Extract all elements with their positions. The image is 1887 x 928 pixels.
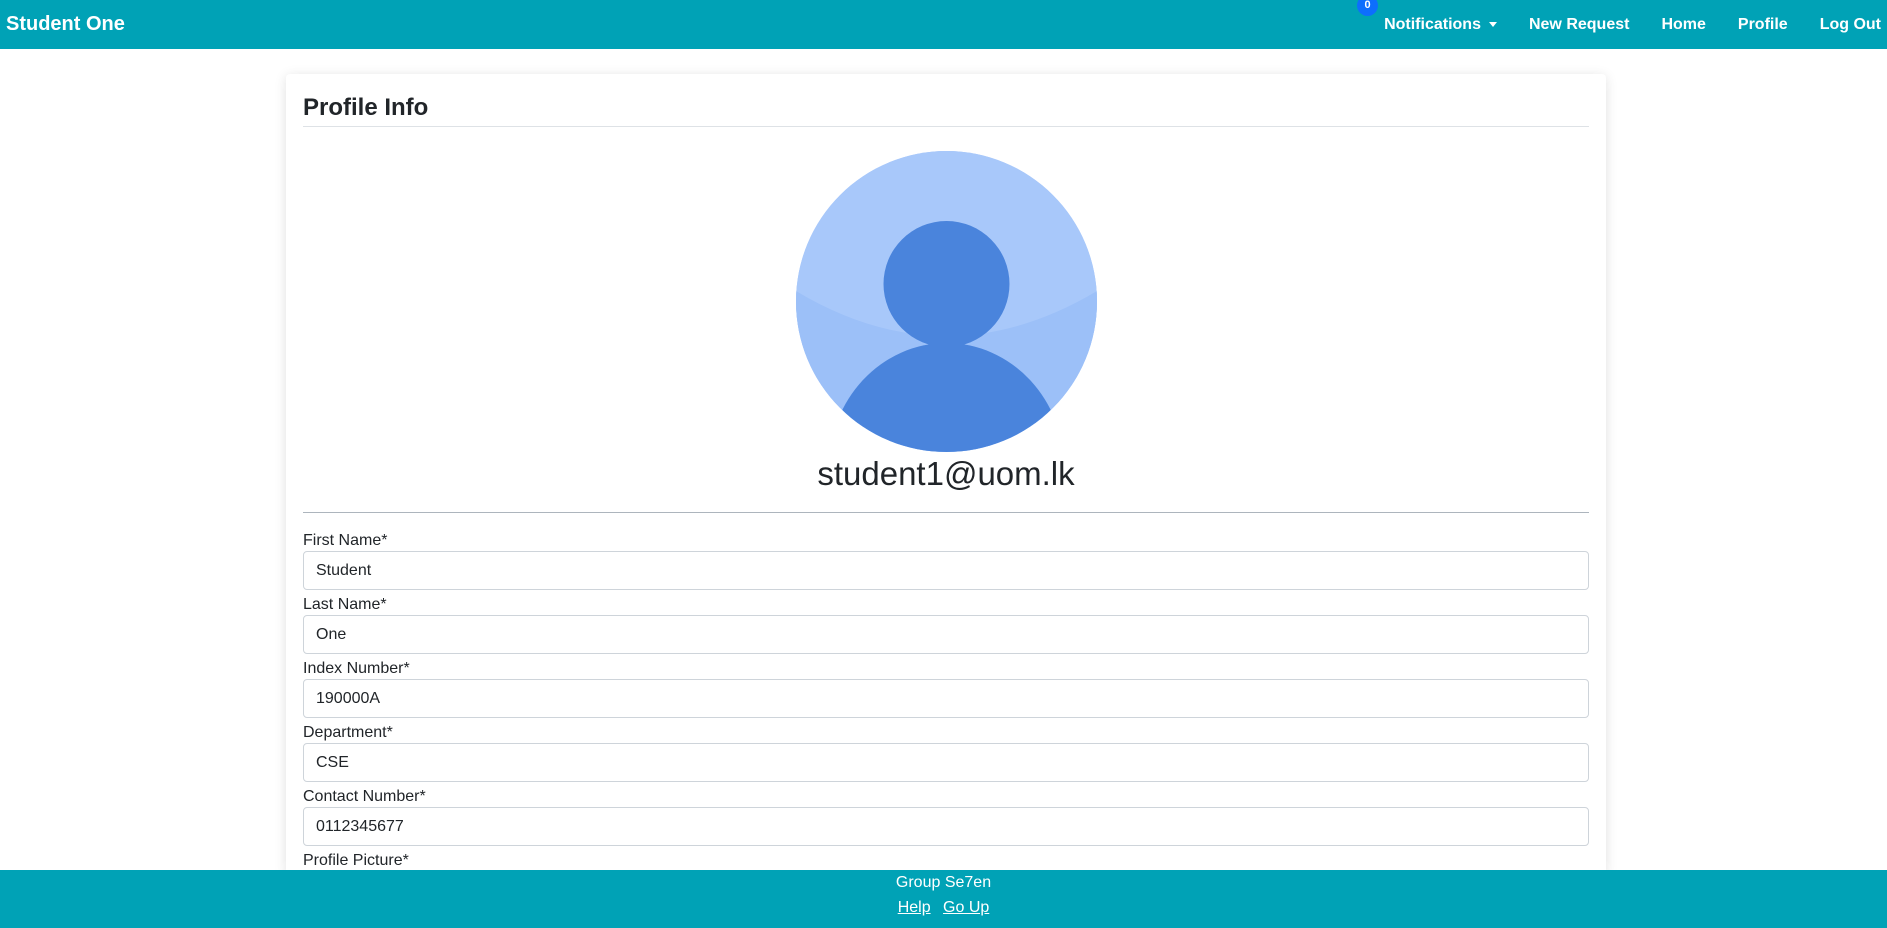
last-name-label: Last Name*: [303, 596, 387, 614]
go-up-link[interactable]: Go Up: [943, 899, 989, 916]
home-link[interactable]: Home: [1661, 16, 1705, 34]
new-request-link[interactable]: New Request: [1529, 16, 1629, 34]
help-link[interactable]: Help: [898, 899, 931, 916]
brand-link[interactable]: Student One: [6, 13, 125, 36]
contact-number-label: Contact Number*: [303, 788, 426, 806]
first-name-input[interactable]: [303, 551, 1589, 591]
profile-link[interactable]: Profile: [1738, 16, 1788, 34]
notifications-label: Notifications: [1384, 15, 1481, 33]
department-input[interactable]: [303, 743, 1589, 783]
caret-down-icon: [1488, 22, 1497, 27]
page-title: Profile Info: [303, 94, 429, 121]
notifications-dropdown[interactable]: 0 Notifications: [1357, 0, 1497, 34]
first-name-label: First Name*: [303, 532, 388, 550]
email-divider: [303, 512, 1589, 514]
title-divider: [303, 125, 1589, 127]
footer-links: Help Go Up: [0, 899, 1887, 917]
profile-email: student1@uom.lk: [817, 454, 1075, 492]
logout-link[interactable]: Log Out: [1820, 16, 1881, 34]
user-placeholder-icon: [795, 150, 1097, 452]
notifications-badge: 0: [1357, 0, 1379, 16]
nav-links: 0 Notifications New Request Home Profile…: [1357, 0, 1881, 49]
last-name-input[interactable]: [303, 615, 1589, 655]
top-navbar: Student One 0 Notifications New Request …: [0, 0, 1887, 49]
index-number-input[interactable]: [303, 679, 1589, 719]
footer: Group Se7en Help Go Up: [0, 870, 1887, 928]
avatar: [795, 150, 1097, 452]
footer-text: Group Se7en: [895, 874, 992, 891]
department-label: Department*: [303, 724, 393, 742]
profile-picture-label: Profile Picture*: [303, 852, 409, 870]
profile-form: First Name* Last Name* Index Number* Dep…: [303, 532, 1589, 870]
index-number-label: Index Number*: [303, 660, 410, 678]
contact-number-input[interactable]: [303, 807, 1589, 847]
profile-card: Profile Info student1@uom.lk First Name*…: [286, 74, 1606, 874]
